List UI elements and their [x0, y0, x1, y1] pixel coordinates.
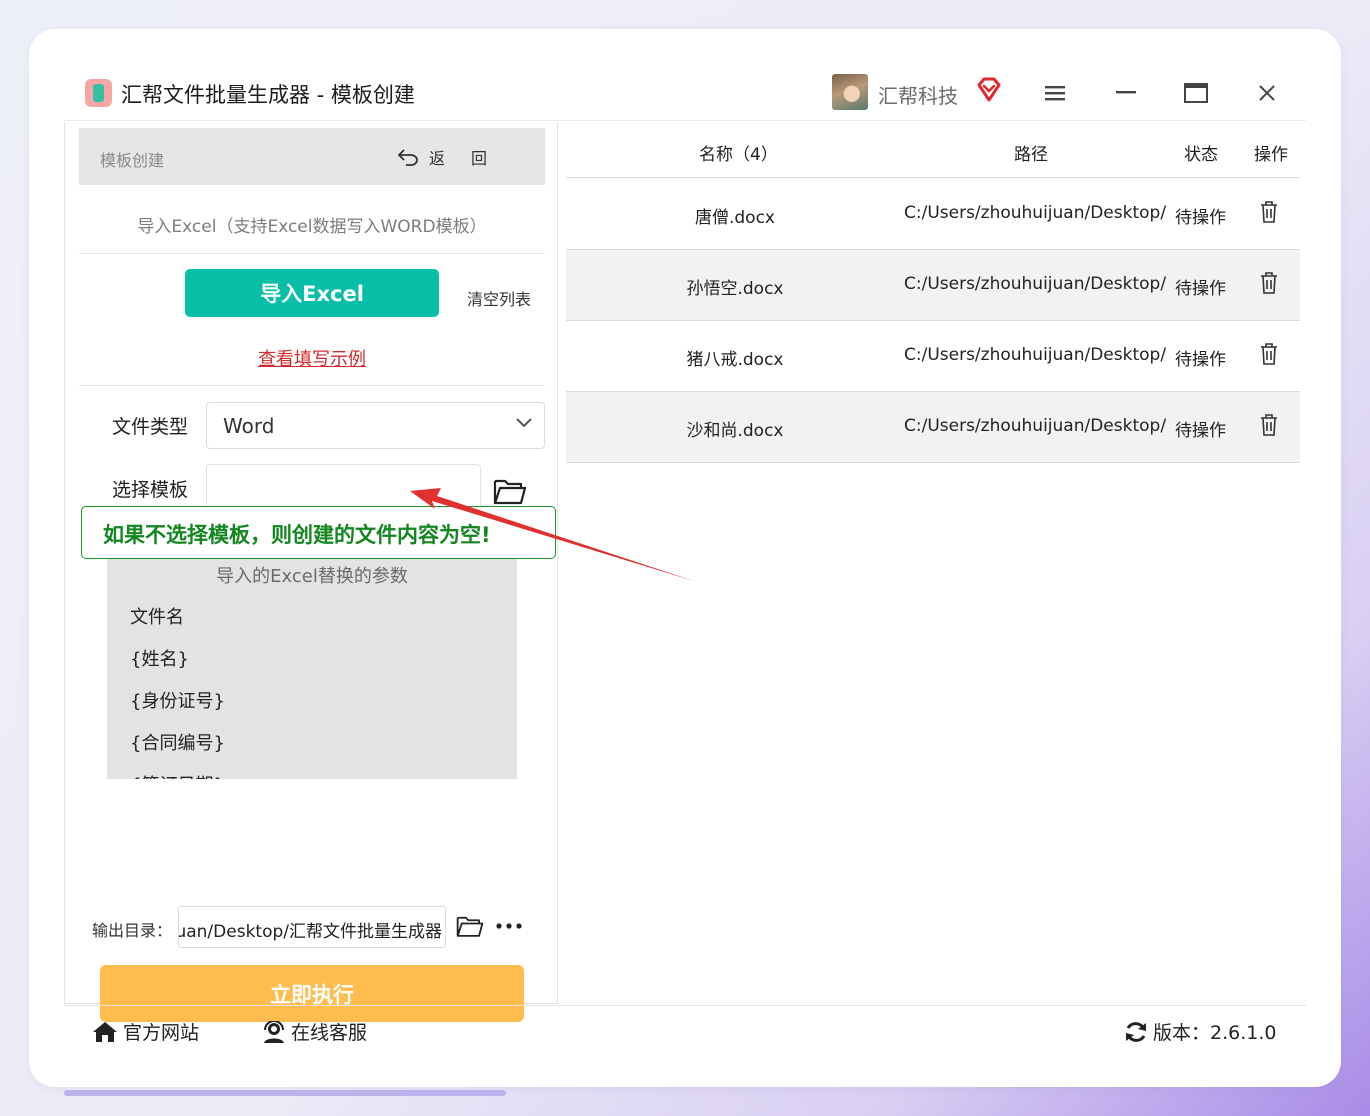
- file-type-select[interactable]: Word: [206, 402, 545, 449]
- back-arrow-icon: [397, 149, 418, 166]
- official-website-label: 官方网站: [123, 1022, 200, 1044]
- row-status: 待操作: [1175, 208, 1226, 228]
- row-path: C:/Users/zhouhuijuan/Desktop/: [904, 203, 1167, 223]
- back-label-2: 回: [471, 149, 488, 168]
- row-status: 待操作: [1175, 350, 1226, 370]
- row-path: C:/Users/zhouhuijuan/Desktop/: [904, 416, 1167, 436]
- table-row[interactable]: 唐僧.docx C:/Users/zhouhuijuan/Desktop/ 待操…: [566, 179, 1300, 250]
- panel-header: 模板创建 返 回: [79, 128, 545, 185]
- status-footer: 官方网站 在线客服 版本：2.6.1.0: [64, 1005, 1306, 1053]
- file-type-label: 文件类型: [112, 416, 189, 438]
- file-type-value: Word: [223, 414, 275, 438]
- menu-button[interactable]: [1037, 75, 1073, 111]
- divider: [79, 253, 545, 254]
- table-row[interactable]: 猪八戒.docx C:/Users/zhouhuijuan/Desktop/ 待…: [566, 321, 1300, 392]
- vip-diamond-icon[interactable]: [975, 76, 1003, 104]
- example-link[interactable]: 查看填写示例: [79, 345, 545, 371]
- app-logo-icon: [85, 79, 112, 107]
- close-button[interactable]: [1249, 75, 1285, 111]
- row-name: 唐僧.docx: [694, 208, 775, 228]
- home-icon: [93, 1021, 117, 1042]
- back-button[interactable]: 返 回: [397, 145, 487, 169]
- support-agent-icon: [264, 1020, 284, 1043]
- maximize-button[interactable]: [1178, 75, 1214, 111]
- online-support-link[interactable]: 在线客服: [262, 1018, 367, 1045]
- divider: [79, 385, 545, 386]
- user-avatar[interactable]: [832, 74, 868, 110]
- trash-icon[interactable]: [1260, 272, 1278, 294]
- params-list: 导入的Excel替换的参数 文件名 {姓名} {身份证号} {合同编号} {签订…: [107, 559, 517, 779]
- param-item: {身份证号}: [130, 691, 225, 712]
- trash-icon[interactable]: [1260, 343, 1278, 365]
- row-name: 沙和尚.docx: [686, 421, 784, 441]
- params-title: 导入的Excel替换的参数: [216, 566, 408, 587]
- folder-open-icon[interactable]: [493, 477, 527, 505]
- header-action: 操作: [1254, 145, 1288, 165]
- output-dir-label: 输出目录：: [92, 921, 173, 940]
- panel-header-label: 模板创建: [100, 151, 165, 170]
- maximize-icon: [1184, 83, 1208, 103]
- param-item: {姓名}: [130, 649, 189, 670]
- table-header: 名称（4） 路径 状态 操作: [566, 122, 1300, 178]
- hamburger-icon: [1045, 86, 1065, 101]
- row-status: 待操作: [1175, 421, 1226, 441]
- template-label: 选择模板: [112, 479, 189, 501]
- output-folder-icon[interactable]: [456, 914, 484, 938]
- trash-icon[interactable]: [1260, 414, 1278, 436]
- row-path: C:/Users/zhouhuijuan/Desktop/: [904, 345, 1167, 365]
- horizontal-scrollbar[interactable]: [64, 1090, 506, 1096]
- left-panel: 模板创建 返 回 导入Excel（支持Excel数据写入WORD模板） 导入Ex…: [64, 122, 558, 1022]
- row-path: C:/Users/zhouhuijuan/Desktop/: [904, 274, 1167, 294]
- output-dir-value: uan/Desktop/汇帮文件批量生成器: [178, 922, 442, 942]
- window-title: 汇帮文件批量生成器 - 模板创建: [121, 83, 415, 107]
- version-info[interactable]: 版本：2.6.1.0: [1124, 1018, 1276, 1045]
- template-hint-callout: 如果不选择模板，则创建的文件内容为空!: [81, 506, 556, 559]
- brand-name: 汇帮科技: [878, 84, 958, 108]
- minimize-button[interactable]: [1108, 75, 1144, 111]
- import-excel-button[interactable]: 导入Excel: [185, 269, 439, 317]
- back-label: 返: [429, 149, 446, 168]
- clear-list-button[interactable]: 清空列表: [467, 286, 531, 310]
- official-website-link[interactable]: 官方网站: [92, 1018, 199, 1045]
- param-item: 文件名: [130, 607, 184, 628]
- more-options-icon[interactable]: [496, 922, 522, 930]
- output-dir-input[interactable]: uan/Desktop/汇帮文件批量生成器: [178, 906, 446, 948]
- version-label: 版本：2.6.1.0: [1153, 1022, 1277, 1044]
- close-icon: [1259, 85, 1275, 101]
- param-item: {合同编号}: [130, 733, 225, 754]
- row-name: 猪八戒.docx: [686, 350, 784, 370]
- header-path: 路径: [1014, 145, 1048, 165]
- row-name: 孙悟空.docx: [686, 279, 784, 299]
- row-status: 待操作: [1175, 279, 1226, 299]
- chevron-down-icon: [516, 418, 532, 428]
- callout-text: 如果不选择模板，则创建的文件内容为空!: [103, 523, 491, 547]
- online-support-label: 在线客服: [291, 1022, 368, 1044]
- refresh-icon: [1126, 1021, 1146, 1042]
- param-item: {签订日期}: [130, 771, 225, 779]
- minimize-icon: [1116, 91, 1136, 94]
- table-row[interactable]: 孙悟空.docx C:/Users/zhouhuijuan/Desktop/ 待…: [566, 250, 1300, 321]
- trash-icon[interactable]: [1260, 201, 1278, 223]
- app-window: 汇帮文件批量生成器 - 模板创建 汇帮科技 模板创建 返 回 导入Excel（支…: [64, 63, 1306, 1053]
- table-row[interactable]: 沙和尚.docx C:/Users/zhouhuijuan/Desktop/ 待…: [566, 392, 1300, 463]
- title-bar: 汇帮文件批量生成器 - 模板创建 汇帮科技: [64, 63, 1306, 121]
- import-description: 导入Excel（支持Excel数据写入WORD模板）: [137, 217, 487, 237]
- header-status: 状态: [1184, 145, 1218, 165]
- header-name: 名称（4）: [699, 145, 778, 165]
